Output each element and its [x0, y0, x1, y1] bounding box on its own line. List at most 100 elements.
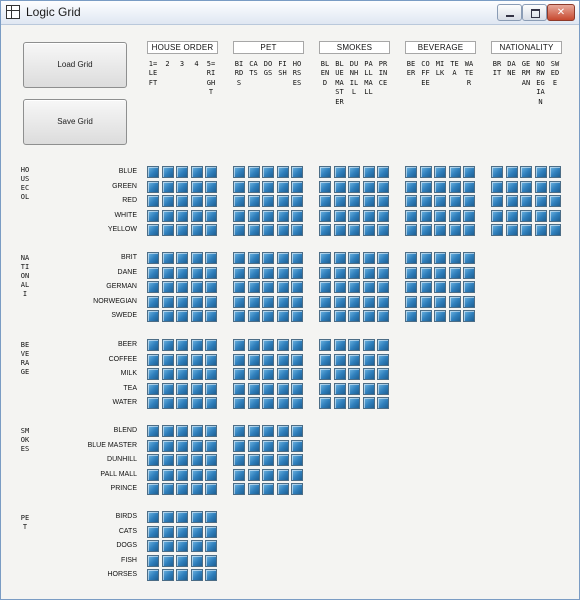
grid-cell[interactable]: [205, 397, 217, 409]
grid-cell[interactable]: [262, 180, 274, 193]
grid-cell[interactable]: [348, 339, 360, 351]
grid-cell[interactable]: [276, 281, 289, 293]
grid-cell[interactable]: [276, 468, 289, 481]
grid-cell[interactable]: [205, 195, 217, 207]
grid-cell[interactable]: [276, 353, 289, 366]
grid-cell[interactable]: [319, 339, 331, 351]
grid-cell[interactable]: [205, 454, 217, 466]
grid-cell[interactable]: [147, 195, 159, 207]
grid-cell[interactable]: [247, 180, 260, 193]
grid-cell[interactable]: [434, 266, 446, 279]
grid-cell[interactable]: [247, 425, 260, 437]
grid-cell[interactable]: [190, 180, 203, 193]
grid-cell[interactable]: [161, 439, 174, 452]
grid-cell[interactable]: [205, 439, 217, 452]
grid-cell[interactable]: [233, 266, 245, 279]
grid-cell[interactable]: [247, 454, 260, 466]
grid-cell[interactable]: [463, 295, 475, 308]
grid-cell[interactable]: [161, 353, 174, 366]
grid-cell[interactable]: [520, 209, 532, 222]
grid-cell[interactable]: [549, 180, 561, 193]
grid-cell[interactable]: [419, 281, 432, 293]
grid-cell[interactable]: [176, 382, 188, 395]
grid-cell[interactable]: [377, 195, 389, 207]
grid-cell[interactable]: [262, 281, 274, 293]
grid-cell[interactable]: [205, 281, 217, 293]
grid-cell[interactable]: [291, 368, 303, 380]
grid-cell[interactable]: [262, 310, 274, 322]
grid-cell[interactable]: [205, 382, 217, 395]
grid-cell[interactable]: [176, 209, 188, 222]
grid-cell[interactable]: [161, 209, 174, 222]
grid-cell[interactable]: [205, 353, 217, 366]
grid-cell[interactable]: [505, 180, 518, 193]
grid-cell[interactable]: [348, 195, 360, 207]
grid-cell[interactable]: [161, 368, 174, 380]
grid-cell[interactable]: [362, 252, 375, 264]
grid-cell[interactable]: [205, 368, 217, 380]
grid-cell[interactable]: [405, 281, 417, 293]
grid-cell[interactable]: [276, 166, 289, 178]
grid-cell[interactable]: [161, 195, 174, 207]
grid-cell[interactable]: [147, 525, 159, 538]
grid-cell[interactable]: [161, 425, 174, 437]
grid-cell[interactable]: [190, 468, 203, 481]
grid-cell[interactable]: [233, 439, 245, 452]
grid-cell[interactable]: [247, 195, 260, 207]
grid-cell[interactable]: [161, 483, 174, 495]
grid-cell[interactable]: [147, 468, 159, 481]
grid-cell[interactable]: [463, 224, 475, 236]
grid-cell[interactable]: [262, 295, 274, 308]
grid-cell[interactable]: [348, 353, 360, 366]
grid-cell[interactable]: [291, 266, 303, 279]
grid-cell[interactable]: [147, 339, 159, 351]
grid-cell[interactable]: [319, 224, 331, 236]
grid-cell[interactable]: [520, 224, 532, 236]
grid-cell[interactable]: [247, 353, 260, 366]
grid-cell[interactable]: [419, 224, 432, 236]
grid-cell[interactable]: [190, 281, 203, 293]
grid-cell[interactable]: [205, 540, 217, 552]
grid-cell[interactable]: [319, 281, 331, 293]
grid-cell[interactable]: [233, 353, 245, 366]
grid-cell[interactable]: [534, 180, 547, 193]
grid-cell[interactable]: [434, 252, 446, 264]
grid-cell[interactable]: [161, 180, 174, 193]
grid-cell[interactable]: [262, 266, 274, 279]
grid-cell[interactable]: [147, 252, 159, 264]
grid-cell[interactable]: [549, 224, 561, 236]
grid-cell[interactable]: [233, 310, 245, 322]
minimize-button[interactable]: [497, 4, 522, 21]
grid-cell[interactable]: [262, 382, 274, 395]
grid-cell[interactable]: [147, 511, 159, 523]
grid-cell[interactable]: [291, 224, 303, 236]
grid-cell[interactable]: [233, 252, 245, 264]
grid-cell[interactable]: [362, 353, 375, 366]
grid-cell[interactable]: [147, 310, 159, 322]
grid-cell[interactable]: [534, 166, 547, 178]
grid-cell[interactable]: [419, 266, 432, 279]
grid-cell[interactable]: [205, 569, 217, 581]
grid-cell[interactable]: [291, 468, 303, 481]
grid-cell[interactable]: [333, 295, 346, 308]
grid-cell[interactable]: [176, 468, 188, 481]
grid-cell[interactable]: [463, 166, 475, 178]
grid-cell[interactable]: [319, 397, 331, 409]
grid-cell[interactable]: [161, 382, 174, 395]
grid-cell[interactable]: [291, 295, 303, 308]
grid-cell[interactable]: [448, 224, 461, 236]
grid-cell[interactable]: [377, 382, 389, 395]
grid-cell[interactable]: [377, 209, 389, 222]
grid-cell[interactable]: [362, 382, 375, 395]
grid-cell[interactable]: [233, 166, 245, 178]
grid-cell[interactable]: [161, 339, 174, 351]
grid-cell[interactable]: [377, 166, 389, 178]
grid-cell[interactable]: [505, 209, 518, 222]
grid-cell[interactable]: [190, 295, 203, 308]
save-grid-button[interactable]: Save Grid: [23, 99, 127, 145]
grid-cell[interactable]: [362, 180, 375, 193]
grid-cell[interactable]: [161, 281, 174, 293]
grid-cell[interactable]: [276, 310, 289, 322]
grid-cell[interactable]: [176, 554, 188, 567]
grid-cell[interactable]: [161, 540, 174, 552]
